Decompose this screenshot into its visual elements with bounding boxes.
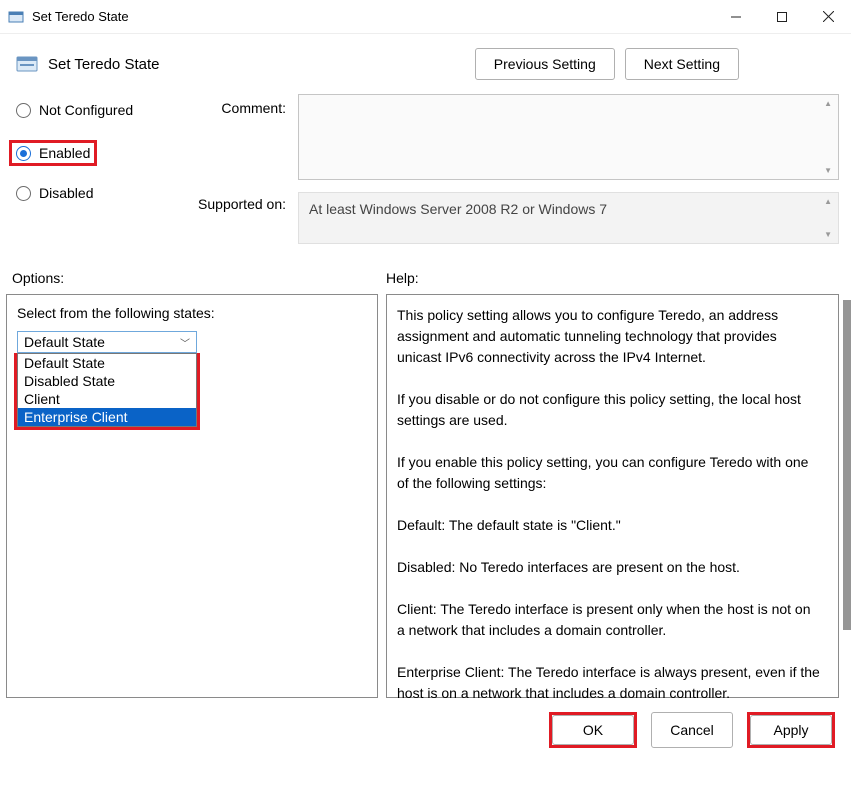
- window-controls: [713, 1, 851, 33]
- scroll-down-icon: ▼: [824, 230, 832, 239]
- scroll-down-icon: ▼: [824, 166, 832, 175]
- previous-setting-button[interactable]: Previous Setting: [475, 48, 615, 80]
- field-labels: Comment: Supported on:: [184, 90, 298, 244]
- policy-icon: [16, 53, 38, 75]
- cancel-button[interactable]: Cancel: [651, 712, 733, 748]
- close-button[interactable]: [805, 1, 851, 33]
- dialog-buttons: OK Cancel Apply: [0, 698, 851, 762]
- minimize-button[interactable]: [713, 1, 759, 33]
- window-title: Set Teredo State: [32, 9, 129, 24]
- comment-label: Comment:: [184, 100, 298, 138]
- dropdown-item[interactable]: Disabled State: [18, 372, 196, 390]
- comment-textarea[interactable]: ▲ ▼: [298, 94, 839, 180]
- app-icon: [8, 9, 24, 25]
- radio-label: Not Configured: [39, 102, 133, 118]
- radio-label: Disabled: [39, 185, 93, 201]
- supported-on-box: At least Windows Server 2008 R2 or Windo…: [298, 192, 839, 244]
- titlebar: Set Teredo State: [0, 0, 851, 34]
- radio-not-configured[interactable]: Not Configured: [12, 100, 184, 120]
- supported-on-text: At least Windows Server 2008 R2 or Windo…: [309, 201, 607, 217]
- supported-label: Supported on:: [184, 196, 298, 234]
- state-radios: Not Configured Enabled Disabled: [0, 90, 184, 244]
- options-label: Options:: [12, 270, 386, 286]
- state-select-value: Default State: [24, 334, 105, 350]
- radio-disabled[interactable]: Disabled: [12, 183, 184, 203]
- help-label: Help:: [386, 270, 419, 286]
- page-title: Set Teredo State: [48, 56, 159, 73]
- apply-button[interactable]: Apply: [750, 715, 832, 745]
- scroll-up-icon: ▲: [824, 197, 832, 206]
- state-dropdown[interactable]: Default State Disabled State Client Ente…: [17, 353, 197, 427]
- ok-button[interactable]: OK: [552, 715, 634, 745]
- radio-label: Enabled: [39, 145, 90, 161]
- help-text: This policy setting allows you to config…: [397, 305, 822, 704]
- options-panel: Select from the following states: Defaul…: [6, 294, 378, 698]
- maximize-button[interactable]: [759, 1, 805, 33]
- dropdown-item[interactable]: Default State: [18, 354, 196, 372]
- radio-enabled[interactable]: Enabled: [12, 143, 94, 163]
- chevron-down-icon: ﹀: [180, 335, 190, 350]
- scrollbar[interactable]: [843, 300, 851, 630]
- dropdown-item[interactable]: Enterprise Client: [18, 408, 196, 426]
- scroll-up-icon: ▲: [824, 99, 832, 108]
- next-setting-button[interactable]: Next Setting: [625, 48, 739, 80]
- dropdown-item[interactable]: Client: [18, 390, 196, 408]
- state-select[interactable]: Default State ﹀: [17, 331, 197, 353]
- header: Set Teredo State Previous Setting Next S…: [0, 34, 851, 90]
- help-panel: This policy setting allows you to config…: [386, 294, 839, 698]
- options-prompt: Select from the following states:: [17, 305, 367, 321]
